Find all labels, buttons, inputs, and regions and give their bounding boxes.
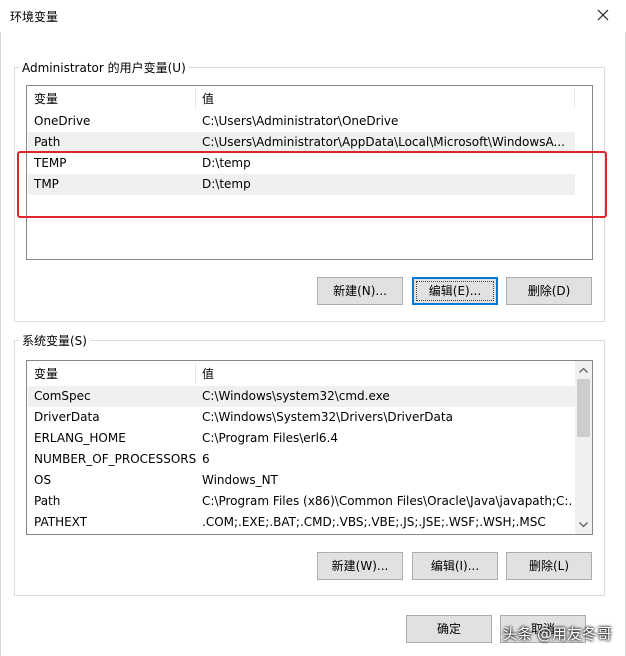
system-delete-button[interactable]: 删除(L): [506, 552, 592, 580]
variable-name: ERLANG_HOME: [34, 431, 126, 445]
variable-value: C:\Program Files\erl6.4: [202, 431, 339, 445]
variable-name: Path: [34, 494, 61, 508]
system-edit-button[interactable]: 编辑(I)...: [412, 552, 498, 580]
variable-value: C:\Program Files (x86)\Common Files\Orac…: [202, 494, 572, 508]
highlight-box: [17, 151, 607, 218]
variable-value: C:\Windows\System32\Drivers\DriverData: [202, 410, 453, 424]
table-row[interactable]: Path C:\Program Files (x86)\Common Files…: [28, 491, 575, 512]
title-bar: 环境变量: [0, 0, 626, 32]
system-new-button[interactable]: 新建(W)...: [317, 552, 403, 580]
system-variables-label: 系统变量(S): [19, 332, 90, 349]
table-row[interactable]: ComSpec C:\Windows\system32\cmd.exe: [28, 386, 575, 407]
window-title: 环境变量: [10, 10, 59, 24]
scroll-down-icon[interactable]: [578, 519, 589, 530]
column-separator: [195, 88, 196, 108]
column-header-value[interactable]: 值: [202, 365, 214, 382]
close-icon[interactable]: [594, 6, 612, 24]
column-header-variable[interactable]: 变量: [34, 90, 58, 107]
user-delete-button[interactable]: 删除(D): [506, 277, 592, 305]
user-variables-label: Administrator 的用户变量(U): [19, 59, 189, 76]
variable-name: Path: [34, 135, 61, 149]
table-row[interactable]: NUMBER_OF_PROCESSORS 6: [28, 449, 575, 470]
system-variables-list[interactable]: 变量 值 ComSpec C:\Windows\system32\cmd.exe…: [26, 360, 593, 535]
column-header-value[interactable]: 值: [202, 90, 214, 107]
table-row[interactable]: OneDrive C:\Users\Administrator\OneDrive: [28, 111, 575, 132]
scroll-up-icon[interactable]: [578, 365, 589, 376]
variable-name: NUMBER_OF_PROCESSORS: [34, 452, 197, 466]
variable-value: C:\Windows\system32\cmd.exe: [202, 389, 390, 403]
variable-name: DriverData: [34, 410, 100, 424]
user-new-button[interactable]: 新建(N)...: [317, 277, 403, 305]
list-header: 变量 值: [27, 86, 592, 110]
variable-value: C:\Users\Administrator\AppData\Local\Mic…: [202, 135, 565, 149]
table-row[interactable]: DriverData C:\Windows\System32\Drivers\D…: [28, 407, 575, 428]
table-row[interactable]: ERLANG_HOME C:\Program Files\erl6.4: [28, 428, 575, 449]
variable-name: PATHEXT: [34, 515, 88, 529]
variable-value: 6: [202, 452, 210, 466]
variable-name: ComSpec: [34, 389, 91, 403]
window-border-left: [0, 32, 1, 656]
table-row[interactable]: PATHEXT .COM;.EXE;.BAT;.CMD;.VBS;.VBE;.J…: [28, 512, 575, 533]
variable-name: OneDrive: [34, 114, 91, 128]
ok-button[interactable]: 确定: [406, 615, 492, 643]
column-separator: [195, 363, 196, 383]
list-header: 变量 值: [27, 361, 592, 385]
variable-value: C:\Users\Administrator\OneDrive: [202, 114, 399, 128]
table-row[interactable]: OS Windows_NT: [28, 470, 575, 491]
user-edit-button[interactable]: 编辑(E)...: [412, 277, 498, 305]
variable-value: Windows_NT: [202, 473, 278, 487]
column-header-variable[interactable]: 变量: [34, 365, 58, 382]
scroll-thumb[interactable]: [577, 379, 590, 437]
vertical-scrollbar[interactable]: [575, 361, 592, 534]
column-separator: [574, 88, 575, 108]
variable-name: OS: [34, 473, 52, 487]
variable-value: .COM;.EXE;.BAT;.CMD;.VBS;.VBE;.JS;.JSE;.…: [202, 515, 546, 529]
watermark-text: 头条 @用友冬哥: [502, 625, 612, 643]
table-row[interactable]: Path C:\Users\Administrator\AppData\Loca…: [28, 132, 575, 153]
